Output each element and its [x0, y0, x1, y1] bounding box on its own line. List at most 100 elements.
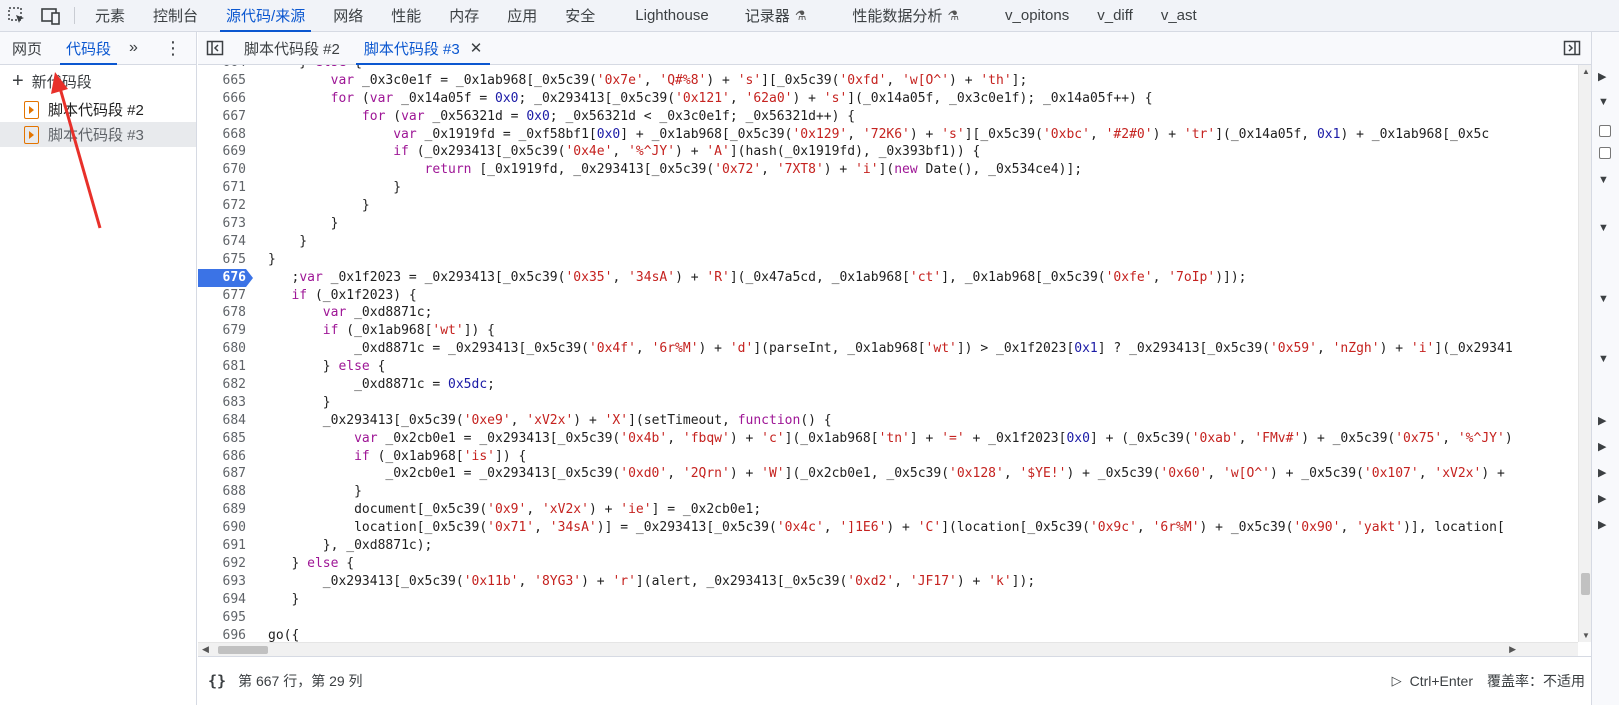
tab-network[interactable]: 网络: [319, 0, 377, 31]
line-number[interactable]: 678: [198, 304, 246, 322]
code-line[interactable]: 684 _0x293413[_0x5c39('0xe9', 'xV2x') + …: [198, 412, 1578, 430]
tab-memory[interactable]: 内存: [435, 0, 493, 31]
collapse-arrow-icon[interactable]: ▼: [1598, 293, 1609, 305]
tab-page[interactable]: 网页: [0, 32, 54, 64]
more-tabs-chevron-icon[interactable]: »: [123, 32, 144, 64]
line-number[interactable]: 690: [198, 519, 246, 537]
toggle-navigator-icon[interactable]: [198, 32, 232, 64]
line-number[interactable]: 677: [198, 287, 246, 305]
code-line[interactable]: 690 location[_0x5c39('0x71', '34sA')] = …: [198, 519, 1578, 537]
checkbox[interactable]: [1599, 125, 1611, 137]
tab-elements[interactable]: 元素: [81, 0, 139, 31]
tab-v-ast[interactable]: v_ast: [1147, 0, 1211, 31]
line-number[interactable]: 696: [198, 627, 246, 643]
line-number[interactable]: 685: [198, 430, 246, 448]
expand-arrow-icon[interactable]: ▶: [1598, 440, 1606, 453]
line-number[interactable]: 669: [198, 143, 246, 161]
code-line[interactable]: 682 _0xd8871c = 0x5dc;: [198, 376, 1578, 394]
code-line[interactable]: 685 var _0x2cb0e1 = _0x293413[_0x5c39('0…: [198, 430, 1578, 448]
line-number[interactable]: 666: [198, 90, 246, 108]
code-line[interactable]: 679 if (_0x1ab968['wt']) {: [198, 322, 1578, 340]
code-line[interactable]: 673 }: [198, 215, 1578, 233]
line-number[interactable]: 675: [198, 251, 246, 269]
tab-console[interactable]: 控制台: [139, 0, 212, 31]
breakpoint-line-number[interactable]: 676: [198, 268, 253, 287]
collapse-arrow-icon[interactable]: ▼: [1598, 174, 1609, 186]
line-number[interactable]: 688: [198, 483, 246, 501]
scroll-right-icon[interactable]: ▶: [1509, 644, 1516, 655]
code-line[interactable]: 677 if (_0x1f2023) {: [198, 287, 1578, 305]
line-number[interactable]: 671: [198, 179, 246, 197]
line-number[interactable]: 695: [198, 609, 246, 627]
collapse-arrow-icon[interactable]: ▼: [1598, 96, 1609, 108]
line-number[interactable]: 682: [198, 376, 246, 394]
editor-tab[interactable]: 脚本代码段 #2: [232, 32, 352, 64]
expand-arrow-icon[interactable]: ▶: [1598, 414, 1606, 427]
code-editor[interactable]: 664 } else {665 var _0x3c0e1f = _0x1ab96…: [198, 65, 1578, 642]
code-line[interactable]: 678 var _0xd8871c;: [198, 304, 1578, 322]
code-line[interactable]: 675}: [198, 251, 1578, 269]
code-line[interactable]: 691 }, _0xd8871c);: [198, 537, 1578, 555]
run-snippet-icon[interactable]: ▷: [1392, 673, 1402, 689]
line-number[interactable]: 674: [198, 233, 246, 251]
line-number[interactable]: 691: [198, 537, 246, 555]
scrollbar-thumb[interactable]: [1581, 573, 1590, 595]
line-number[interactable]: 670: [198, 161, 246, 179]
snippet-item-selected[interactable]: 脚本代码段 #3: [0, 122, 196, 147]
editor-tab-active[interactable]: 脚本代码段 #3 ✕: [352, 32, 494, 65]
device-toolbar-icon[interactable]: [34, 0, 68, 31]
code-line[interactable]: 683 }: [198, 394, 1578, 412]
expand-arrow-icon[interactable]: ▶: [1598, 492, 1606, 505]
line-number[interactable]: 680: [198, 340, 246, 358]
code-line[interactable]: 667 for (var _0x56321d = 0x0; _0x56321d …: [198, 108, 1578, 126]
tab-lighthouse[interactable]: Lighthouse: [621, 0, 722, 31]
collapse-arrow-icon[interactable]: ▼: [1598, 222, 1609, 234]
code-line[interactable]: 687 _0x2cb0e1 = _0x293413[_0x5c39('0xd0'…: [198, 465, 1578, 483]
line-number[interactable]: 694: [198, 591, 246, 609]
code-line[interactable]: 669 if (_0x293413[_0x5c39('0x4e', '%^JY'…: [198, 143, 1578, 161]
vertical-scrollbar[interactable]: ▲ ▼: [1578, 65, 1591, 642]
code-line[interactable]: 674 }: [198, 233, 1578, 251]
scroll-left-icon[interactable]: ◀: [202, 644, 209, 655]
tab-security[interactable]: 安全: [551, 0, 609, 31]
scroll-up-icon[interactable]: ▲: [1582, 67, 1590, 76]
tab-recorder[interactable]: 记录器 ⚗: [731, 0, 821, 31]
code-line[interactable]: 693 _0x293413[_0x5c39('0x11b', '8YG3') +…: [198, 573, 1578, 591]
line-number[interactable]: 672: [198, 197, 246, 215]
line-number[interactable]: 673: [198, 215, 246, 233]
tab-v-opitons[interactable]: v_opitons: [991, 0, 1083, 31]
line-number[interactable]: 693: [198, 573, 246, 591]
expand-arrow-icon[interactable]: ▶: [1598, 518, 1606, 531]
code-line[interactable]: 686 if (_0x1ab968['is']) {: [198, 448, 1578, 466]
line-number[interactable]: 668: [198, 126, 246, 144]
line-number[interactable]: 679: [198, 322, 246, 340]
scrollbar-thumb[interactable]: [218, 646, 268, 654]
checkbox[interactable]: [1599, 147, 1611, 159]
code-line[interactable]: 692 } else {: [198, 555, 1578, 573]
scroll-down-icon[interactable]: ▼: [1582, 631, 1590, 640]
tab-snippets[interactable]: 代码段: [54, 32, 123, 65]
inspect-element-icon[interactable]: [0, 0, 34, 31]
horizontal-scrollbar[interactable]: ◀ ▶: [198, 642, 1578, 656]
code-line[interactable]: 664 } else {: [198, 65, 1578, 72]
line-number[interactable]: 683: [198, 394, 246, 412]
line-number[interactable]: 689: [198, 501, 246, 519]
code-line[interactable]: 665 var _0x3c0e1f = _0x1ab968[_0x5c39('0…: [198, 72, 1578, 90]
code-line[interactable]: 694 }: [198, 591, 1578, 609]
code-line[interactable]: 671 }: [198, 179, 1578, 197]
expand-arrow-icon[interactable]: ▶: [1598, 70, 1606, 83]
line-number[interactable]: 692: [198, 555, 246, 573]
toggle-debugger-icon[interactable]: [1553, 32, 1591, 64]
code-line[interactable]: 688 }: [198, 483, 1578, 501]
tab-sources[interactable]: 源代码/来源: [212, 0, 319, 32]
new-snippet-button[interactable]: + 新代码段: [0, 65, 196, 97]
line-number[interactable]: 667: [198, 108, 246, 126]
tab-performance-insights[interactable]: 性能数据分析 ⚗: [838, 0, 973, 31]
code-line[interactable]: 670 return [_0x1919fd, _0x293413[_0x5c39…: [198, 161, 1578, 179]
pretty-print-button[interactable]: {}: [208, 672, 226, 690]
code-line[interactable]: 695: [198, 609, 1578, 627]
code-line[interactable]: 672 }: [198, 197, 1578, 215]
collapse-arrow-icon[interactable]: ▼: [1598, 353, 1609, 365]
code-line[interactable]: 668 var _0x1919fd = _0xf58bf1[0x0] + _0x…: [198, 126, 1578, 144]
code-line[interactable]: 680 _0xd8871c = _0x293413[_0x5c39('0x4f'…: [198, 340, 1578, 358]
